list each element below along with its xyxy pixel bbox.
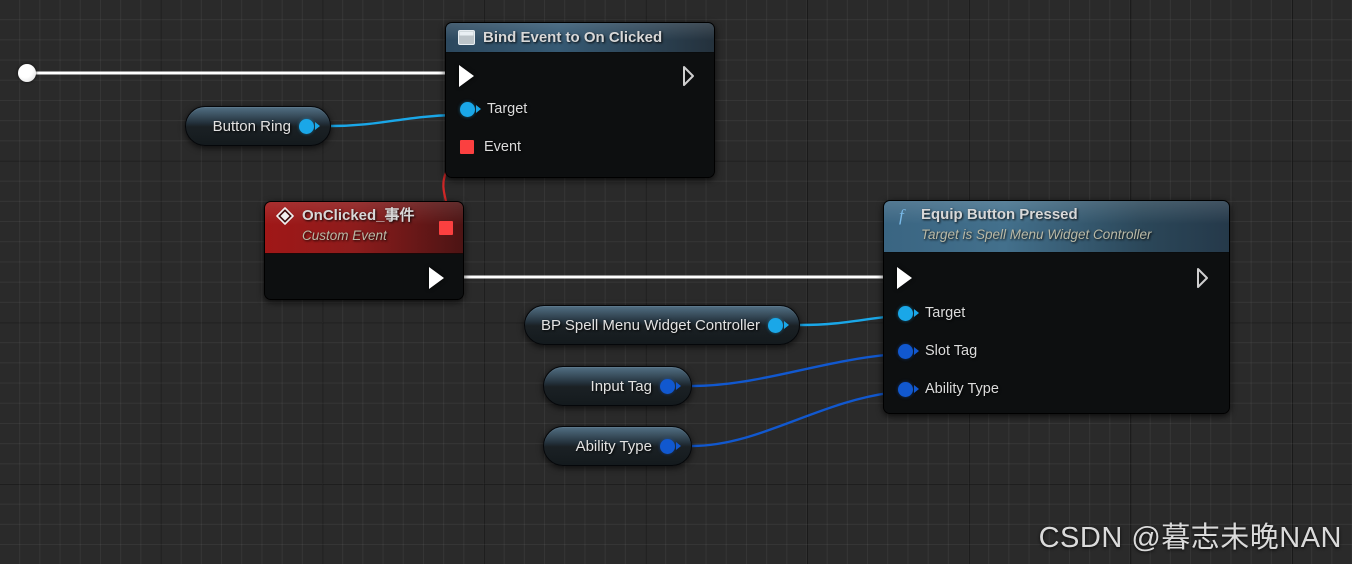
variable-label: Ability Type — [575, 437, 652, 455]
struct-pin-icon[interactable] — [898, 381, 913, 397]
node-custom-event-onclicked[interactable]: OnClicked_事件 Custom Event — [264, 201, 464, 300]
variable-label: Button Ring — [212, 117, 291, 135]
node-body: Target Slot Tag Ability Type — [884, 253, 1229, 413]
node-equip-button-pressed[interactable]: f Equip Button Pressed Target is Spell M… — [883, 200, 1230, 414]
reroute-knot[interactable] — [18, 64, 36, 82]
object-pin-icon[interactable] — [299, 118, 320, 134]
function-f-icon: f — [894, 205, 914, 225]
pin-arrow-icon — [914, 309, 919, 317]
variable-label: Input Tag — [590, 377, 652, 395]
pin-row-target[interactable]: Target — [460, 98, 527, 120]
pin-row-target[interactable]: Target — [898, 302, 965, 324]
variable-node-button-ring[interactable]: Button Ring — [185, 106, 331, 146]
node-subtitle: Target is Spell Menu Widget Controller — [921, 227, 1152, 242]
node-title: OnClicked_事件 — [302, 207, 415, 224]
pin-arrow-icon — [914, 385, 919, 393]
pin-label: Target — [925, 305, 966, 321]
object-pin-icon[interactable] — [898, 305, 913, 321]
exec-input-pin[interactable] — [897, 267, 912, 289]
pin-row-event[interactable]: Event — [460, 136, 521, 158]
object-pin-icon[interactable] — [768, 317, 789, 333]
node-title: Bind Event to On Clicked — [483, 28, 663, 46]
pin-row-slot-tag[interactable]: Slot Tag — [898, 340, 977, 362]
exec-output-pin[interactable] — [682, 65, 699, 87]
node-header: Bind Event to On Clicked — [446, 23, 714, 53]
delegate-pin-icon[interactable] — [460, 140, 474, 154]
node-header: f Equip Button Pressed Target is Spell M… — [884, 201, 1229, 253]
exec-output-pin[interactable] — [429, 267, 444, 289]
exec-output-pin[interactable] — [1196, 267, 1213, 289]
struct-pin-icon[interactable] — [660, 438, 681, 454]
pin-label: Slot Tag — [925, 343, 978, 359]
node-header: OnClicked_事件 Custom Event — [265, 202, 463, 254]
exec-input-pin[interactable] — [459, 65, 474, 87]
blueprint-graph-canvas[interactable]: Bind Event to On Clicked Target Event Bu… — [0, 0, 1352, 564]
struct-pin-icon[interactable] — [660, 378, 681, 394]
object-pin-icon[interactable] — [460, 101, 475, 117]
struct-pin-icon[interactable] — [898, 343, 913, 359]
pin-label: Target — [487, 101, 528, 117]
variable-label: BP Spell Menu Widget Controller — [541, 316, 760, 334]
variable-node-input-tag[interactable]: Input Tag — [543, 366, 692, 406]
pin-arrow-icon — [476, 105, 481, 113]
node-bind-event-to-on-clicked[interactable]: Bind Event to On Clicked Target Event — [445, 22, 715, 178]
variable-node-ability-type[interactable]: Ability Type — [543, 426, 692, 466]
pin-label: Ability Type — [925, 381, 999, 397]
node-body: Target Event — [446, 53, 714, 177]
delegate-output-pin[interactable] — [439, 221, 453, 235]
node-subtitle: Custom Event — [302, 228, 387, 243]
watermark-text: CSDN @暮志未晚NAN — [1038, 522, 1342, 554]
node-title: Equip Button Pressed — [921, 206, 1078, 223]
widget-icon — [456, 28, 476, 48]
event-diamond-icon — [275, 206, 295, 226]
pin-row-ability-type[interactable]: Ability Type — [898, 378, 999, 400]
variable-node-bp-spell-menu-widget-controller[interactable]: BP Spell Menu Widget Controller — [524, 305, 800, 345]
pin-label: Event — [484, 139, 522, 155]
node-body — [265, 254, 463, 299]
pin-arrow-icon — [914, 347, 919, 355]
svg-text:f: f — [899, 206, 906, 225]
